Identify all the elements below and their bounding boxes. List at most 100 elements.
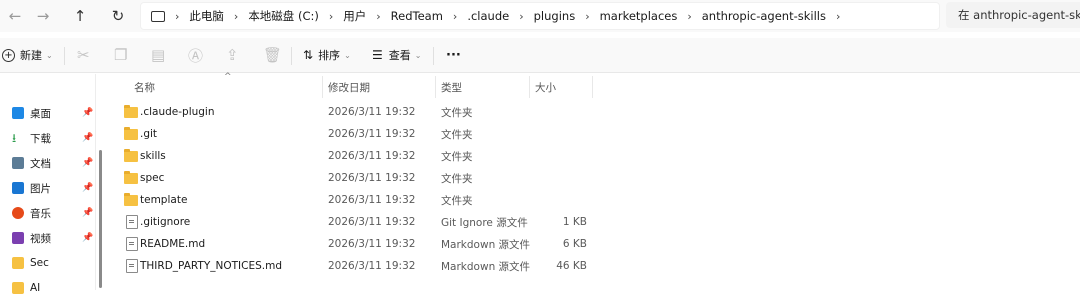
document-icon xyxy=(126,237,138,251)
forward-button[interactable]: → xyxy=(30,4,56,28)
folder-icon xyxy=(12,282,24,294)
breadcrumb-item[interactable]: RedTeam xyxy=(385,9,449,23)
column-divider[interactable] xyxy=(529,76,530,98)
paste-button[interactable]: ▤ xyxy=(151,44,165,66)
cut-button[interactable]: ✂ xyxy=(77,44,90,66)
pictures-icon xyxy=(12,182,24,194)
column-header-size[interactable]: 大小 xyxy=(535,80,556,95)
desktop-icon xyxy=(12,107,24,119)
file-size: 6 KB xyxy=(562,238,587,250)
file-size xyxy=(527,189,587,211)
breadcrumb-item[interactable]: 本地磁盘 (C:) xyxy=(242,8,325,24)
rename-button[interactable]: Ⓐ xyxy=(188,44,203,66)
breadcrumb-item[interactable]: marketplaces xyxy=(594,9,684,23)
chevron-right-icon: › xyxy=(452,9,458,23)
file-row[interactable]: skills 2026/3/11 19:32 文件夹 xyxy=(118,145,638,167)
sidebar-item-label: 音乐 xyxy=(30,207,51,220)
sidebar-item-downloads[interactable]: ⭳ 下载 📌 xyxy=(0,127,94,149)
share-button[interactable]: ⇪ xyxy=(226,44,239,66)
file-type: Markdown 源文件 xyxy=(441,238,531,251)
pin-icon: 📌 xyxy=(82,133,94,143)
file-row[interactable]: spec 2026/3/11 19:32 文件夹 xyxy=(118,167,638,189)
column-header-name[interactable]: 名称 xyxy=(134,80,155,95)
file-name: spec xyxy=(140,172,165,184)
file-size: 1 KB xyxy=(562,216,587,228)
document-icon xyxy=(126,259,138,273)
file-size xyxy=(527,123,587,145)
list-view-icon: ☰ xyxy=(372,48,383,62)
column-divider[interactable] xyxy=(592,76,593,98)
up-button[interactable]: ↑ xyxy=(67,4,93,28)
breadcrumb-item[interactable]: .claude xyxy=(461,9,515,23)
file-name: THIRD_PARTY_NOTICES.md xyxy=(140,260,282,272)
breadcrumb-item[interactable]: anthropic-agent-skills xyxy=(696,9,832,23)
column-header-modified[interactable]: 修改日期 xyxy=(328,80,370,95)
folder-icon xyxy=(12,257,24,269)
file-modified: 2026/3/11 19:32 xyxy=(328,260,416,272)
up-arrow-icon: ↑ xyxy=(73,7,87,25)
copy-button[interactable]: ❐ xyxy=(114,44,127,66)
chevron-right-icon: › xyxy=(376,9,381,23)
folder-icon xyxy=(124,192,138,206)
address-bar-row: ← → ↑ ↻ › 此电脑 › 本地磁盘 (C:) › 用户 › RedTeam… xyxy=(0,0,1080,32)
sidebar-item-sec[interactable]: Sec xyxy=(0,252,92,274)
file-name: .gitignore xyxy=(140,216,191,228)
sort-button[interactable]: ⇅ 排序 ⌄ xyxy=(303,44,351,66)
new-button[interactable]: + 新建 ⌄ xyxy=(2,44,53,66)
forward-arrow-icon: → xyxy=(36,7,50,25)
breadcrumb-item[interactable]: 此电脑 xyxy=(183,8,230,24)
refresh-button[interactable]: ↻ xyxy=(105,4,131,28)
chevron-right-icon: › xyxy=(175,9,180,23)
chevron-right-icon: › xyxy=(328,9,334,23)
sidebar-item-videos[interactable]: 视频 📌 xyxy=(0,227,93,249)
sidebar-scrollbar[interactable] xyxy=(99,150,102,288)
file-modified: 2026/3/11 19:32 xyxy=(328,216,416,228)
pin-icon: 📌 xyxy=(82,208,94,218)
sidebar-item-desktop[interactable]: 桌面 📌 xyxy=(0,102,93,124)
more-button[interactable]: ··· xyxy=(446,44,461,66)
file-type: Markdown 源文件 xyxy=(441,260,531,273)
share-icon: ⇪ xyxy=(226,46,239,64)
breadcrumb-item[interactable]: 用户 xyxy=(337,8,372,24)
sidebar-item-label: 视频 xyxy=(30,232,51,245)
back-button[interactable]: ← xyxy=(2,4,28,28)
clipboard-icon: ▤ xyxy=(151,46,166,64)
file-row[interactable]: THIRD_PARTY_NOTICES.md 2026/3/11 19:32 M… xyxy=(118,255,638,277)
file-row[interactable]: .gitignore 2026/3/11 19:32 Git Ignore 源文… xyxy=(118,211,638,233)
sidebar-item-label: 桌面 xyxy=(30,107,51,120)
file-size xyxy=(527,145,587,167)
file-row[interactable]: .git 2026/3/11 19:32 文件夹 xyxy=(118,123,638,145)
file-row[interactable]: .claude-plugin 2026/3/11 19:32 文件夹 xyxy=(118,101,638,123)
file-row[interactable]: README.md 2026/3/11 19:32 Markdown 源文件 6… xyxy=(118,233,638,255)
breadcrumb[interactable]: › 此电脑 › 本地磁盘 (C:) › 用户 › RedTeam › .clau… xyxy=(140,2,940,30)
file-name: template xyxy=(140,194,188,206)
file-size: 46 KB xyxy=(556,260,587,272)
column-divider[interactable] xyxy=(435,76,436,98)
gear-file-icon xyxy=(126,215,138,229)
sort-ascending-icon: ^ xyxy=(224,72,232,82)
folder-icon xyxy=(124,170,138,184)
file-modified: 2026/3/11 19:32 xyxy=(328,128,416,140)
copy-icon: ❐ xyxy=(114,46,128,64)
sidebar-item-pictures[interactable]: 图片 📌 xyxy=(0,177,93,199)
file-modified: 2026/3/11 19:32 xyxy=(328,172,416,184)
toolbar-divider xyxy=(291,47,292,65)
file-type: 文件夹 xyxy=(441,194,473,207)
column-divider[interactable] xyxy=(322,76,323,98)
column-header-type[interactable]: 类型 xyxy=(441,80,462,95)
view-button[interactable]: ☰ 查看 ⌄ xyxy=(372,44,421,66)
sidebar-item-music[interactable]: 音乐 📌 xyxy=(0,202,94,224)
breadcrumb-item[interactable]: plugins xyxy=(528,9,582,23)
file-size xyxy=(527,101,587,123)
sidebar-item-documents[interactable]: 文档 📌 xyxy=(0,152,93,174)
file-type: 文件夹 xyxy=(441,150,473,163)
sidebar-item-label: 文档 xyxy=(30,157,51,170)
monitor-icon xyxy=(151,10,165,22)
toolbar-divider xyxy=(64,47,65,65)
delete-button[interactable]: 🗑 xyxy=(263,44,282,66)
file-name: .claude-plugin xyxy=(140,106,215,118)
file-row[interactable]: template 2026/3/11 19:32 文件夹 xyxy=(118,189,638,211)
sidebar-item-ai[interactable]: AI xyxy=(0,277,92,299)
search-input[interactable]: 在 anthropic-agent-skills 中搜索 xyxy=(946,2,1080,28)
folder-icon xyxy=(124,148,138,162)
